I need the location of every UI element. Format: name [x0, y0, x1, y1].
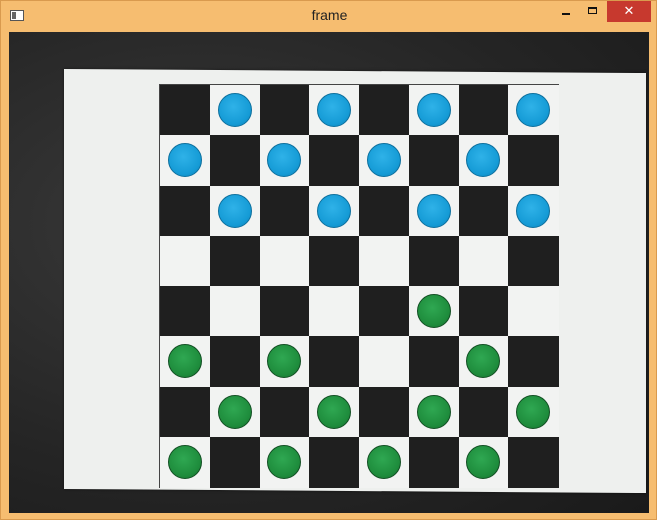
board-square[interactable] — [209, 436, 260, 488]
board-square[interactable] — [309, 286, 360, 337]
board-square[interactable] — [408, 135, 459, 186]
green-checker-piece[interactable] — [267, 444, 302, 479]
board-square[interactable] — [458, 235, 509, 287]
green-checker-piece[interactable] — [516, 394, 551, 429]
board-square[interactable] — [408, 436, 459, 488]
board-square[interactable] — [359, 235, 410, 287]
green-checker-piece[interactable] — [317, 394, 352, 429]
board-square[interactable] — [309, 135, 360, 186]
green-checker-piece[interactable] — [167, 444, 202, 479]
app-window: frame ✕ — [0, 0, 657, 520]
checkers-board — [159, 84, 559, 488]
board-square[interactable] — [359, 286, 410, 337]
board-square[interactable] — [359, 386, 410, 438]
green-checker-piece[interactable] — [466, 444, 501, 479]
green-checker-piece[interactable] — [167, 344, 202, 379]
board-square[interactable] — [160, 235, 211, 287]
close-button[interactable]: ✕ — [607, 1, 651, 22]
green-checker-piece[interactable] — [366, 444, 401, 479]
board-square[interactable] — [458, 185, 509, 237]
blue-checker-piece[interactable] — [217, 93, 252, 128]
board-square[interactable] — [458, 386, 509, 438]
board-square[interactable] — [160, 386, 211, 438]
board-square[interactable] — [209, 336, 260, 387]
board-square[interactable] — [309, 436, 360, 488]
board-square[interactable] — [508, 235, 559, 287]
board-square[interactable] — [309, 235, 360, 287]
blue-checker-piece[interactable] — [317, 93, 352, 128]
board-square[interactable] — [359, 85, 410, 136]
blue-checker-piece[interactable] — [516, 93, 551, 128]
maximize-button[interactable] — [580, 1, 606, 22]
board-square[interactable] — [408, 235, 459, 287]
camera-frame — [9, 32, 649, 513]
board-square[interactable] — [209, 135, 260, 186]
board-square[interactable] — [259, 185, 310, 237]
green-checker-piece[interactable] — [217, 394, 252, 429]
board-square[interactable] — [359, 185, 410, 237]
board-square[interactable] — [160, 85, 211, 136]
board-square[interactable] — [259, 386, 310, 438]
blue-checker-piece[interactable] — [366, 143, 401, 178]
board-square[interactable] — [458, 85, 509, 136]
board-square[interactable] — [359, 336, 410, 387]
board-square[interactable] — [309, 336, 360, 387]
board-square[interactable] — [259, 85, 310, 136]
title-bar[interactable]: frame ✕ — [1, 1, 657, 31]
board-square[interactable] — [259, 235, 310, 287]
blue-checker-piece[interactable] — [217, 193, 252, 228]
blue-checker-piece[interactable] — [416, 193, 451, 228]
board-square[interactable] — [408, 336, 459, 387]
board-square[interactable] — [160, 286, 211, 337]
board-square[interactable] — [160, 185, 211, 237]
blue-checker-piece[interactable] — [516, 193, 551, 228]
board-square[interactable] — [209, 235, 260, 287]
board-square[interactable] — [458, 286, 509, 337]
board-square[interactable] — [508, 436, 559, 488]
blue-checker-piece[interactable] — [317, 193, 352, 228]
board-square[interactable] — [508, 336, 559, 387]
green-checker-piece[interactable] — [416, 294, 451, 329]
board-square[interactable] — [209, 286, 260, 337]
blue-checker-piece[interactable] — [416, 93, 451, 128]
board-square[interactable] — [508, 135, 559, 186]
blue-checker-piece[interactable] — [167, 143, 202, 178]
board-square[interactable] — [259, 286, 310, 337]
minimize-button[interactable] — [553, 1, 579, 22]
green-checker-piece[interactable] — [416, 394, 451, 429]
board-square[interactable] — [508, 286, 559, 337]
